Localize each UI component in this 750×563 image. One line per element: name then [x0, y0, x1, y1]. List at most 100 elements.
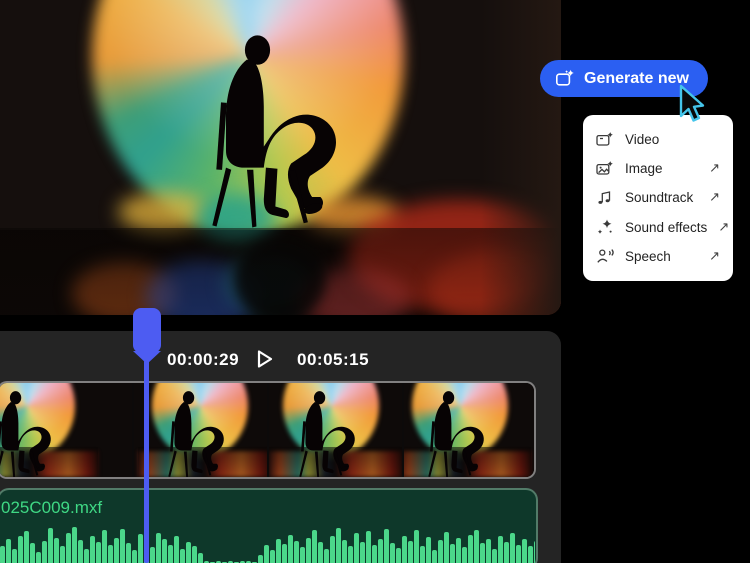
- waveform-bar: [372, 545, 377, 563]
- waveform-bar: [450, 544, 455, 563]
- waveform-bar: [474, 530, 479, 563]
- waveform-bar: [522, 539, 527, 563]
- waveform-bar: [108, 545, 113, 563]
- waveform-bar: [444, 532, 449, 563]
- waveform-bar: [24, 531, 29, 563]
- seated-person-silhouette: [165, 390, 231, 477]
- waveform-bar: [528, 546, 533, 563]
- waveform-bar: [354, 533, 359, 563]
- wall-shadow: [481, 0, 561, 315]
- cursor-pointer-icon: [679, 84, 705, 122]
- video-preview[interactable]: [0, 0, 561, 315]
- audio-waveform: [0, 524, 535, 563]
- external-link-icon: ↗: [709, 161, 720, 177]
- waveform-bar: [72, 527, 77, 563]
- playhead-handle[interactable]: [133, 308, 161, 353]
- current-timecode: 00:00:29: [167, 350, 240, 369]
- waveform-bar: [156, 533, 161, 563]
- play-icon: [257, 350, 273, 368]
- waveform-bar: [282, 544, 287, 563]
- waveform-bar: [366, 531, 371, 563]
- menu-item-speech[interactable]: Speech ↗: [583, 242, 733, 271]
- waveform-bar: [306, 538, 311, 563]
- waveform-bar: [18, 536, 23, 563]
- waveform-bar: [168, 545, 173, 563]
- waveform-bar: [312, 530, 317, 563]
- waveform-bar: [468, 535, 473, 563]
- soundtrack-icon: [596, 189, 614, 207]
- waveform-bar: [480, 543, 485, 563]
- menu-item-label: Speech: [625, 248, 671, 264]
- waveform-bar: [126, 543, 131, 563]
- waveform-bar: [0, 546, 5, 563]
- generate-dropdown-menu: Video Image ↗ Soundtrack ↗ Sound effects ↗ Spee…: [583, 115, 733, 281]
- waveform-bar: [30, 543, 35, 563]
- waveform-bar: [510, 533, 515, 563]
- waveform-bar: [258, 555, 263, 563]
- waveform-bar: [90, 536, 95, 563]
- waveform-bar: [456, 538, 461, 563]
- seated-person-silhouette: [0, 390, 58, 477]
- waveform-bar: [162, 539, 167, 563]
- external-link-icon: ↗: [709, 190, 720, 206]
- waveform-bar: [534, 541, 535, 563]
- waveform-bar: [492, 549, 497, 563]
- waveform-bar: [294, 541, 299, 563]
- sound-effects-icon: [596, 218, 614, 236]
- seated-person-silhouette: [205, 33, 352, 233]
- waveform-bar: [6, 539, 11, 563]
- generate-sparkle-icon: [555, 69, 574, 86]
- waveform-bar: [54, 538, 59, 563]
- waveform-bar: [330, 536, 335, 563]
- seated-person-silhouette: [296, 390, 362, 477]
- video-thumbnail: [0, 383, 132, 477]
- waveform-bar: [180, 549, 185, 563]
- menu-item-soundtrack[interactable]: Soundtrack ↗: [583, 183, 733, 212]
- waveform-bar: [336, 528, 341, 563]
- video-clip[interactable]: [0, 381, 536, 479]
- waveform-bar: [384, 529, 389, 563]
- waveform-bar: [342, 540, 347, 563]
- waveform-bar: [66, 533, 71, 563]
- waveform-bar: [498, 536, 503, 563]
- video-thumbnail: [134, 383, 267, 477]
- waveform-bar: [60, 546, 65, 563]
- playhead-line: [144, 360, 149, 563]
- menu-item-label: Image: [625, 161, 663, 177]
- menu-item-video[interactable]: Video: [583, 125, 733, 154]
- waveform-bar: [414, 530, 419, 563]
- waveform-bar: [348, 546, 353, 563]
- waveform-bar: [132, 550, 137, 563]
- waveform-bar: [270, 550, 275, 563]
- waveform-bar: [300, 547, 305, 563]
- waveform-bar: [426, 537, 431, 563]
- waveform-bar: [36, 552, 41, 563]
- waveform-bar: [402, 536, 407, 563]
- waveform-bar: [324, 549, 329, 563]
- waveform-bar: [120, 529, 125, 563]
- image-generate-icon: [596, 160, 614, 178]
- waveform-bar: [378, 539, 383, 563]
- waveform-bar: [114, 538, 119, 563]
- waveform-bar: [138, 534, 143, 563]
- video-thumbnail: [404, 383, 534, 477]
- external-link-icon: ↗: [718, 219, 730, 235]
- waveform-bar: [360, 542, 365, 563]
- menu-item-image[interactable]: Image ↗: [583, 154, 733, 183]
- waveform-bar: [420, 546, 425, 563]
- play-button[interactable]: [251, 346, 277, 372]
- seated-person-silhouette: [425, 390, 491, 477]
- waveform-bar: [264, 545, 269, 563]
- waveform-bar: [150, 547, 155, 563]
- waveform-bar: [48, 528, 53, 563]
- menu-item-sound-effects[interactable]: Sound effects ↗: [583, 213, 733, 242]
- floor-shade: [0, 228, 561, 315]
- waveform-bar: [390, 543, 395, 563]
- external-link-icon: ↗: [709, 248, 720, 264]
- audio-clip[interactable]: 025C009.mxf: [0, 488, 538, 563]
- waveform-bar: [198, 553, 203, 563]
- menu-item-label: Video: [625, 132, 660, 148]
- waveform-bar: [432, 550, 437, 563]
- waveform-bar: [96, 542, 101, 563]
- waveform-bar: [318, 542, 323, 563]
